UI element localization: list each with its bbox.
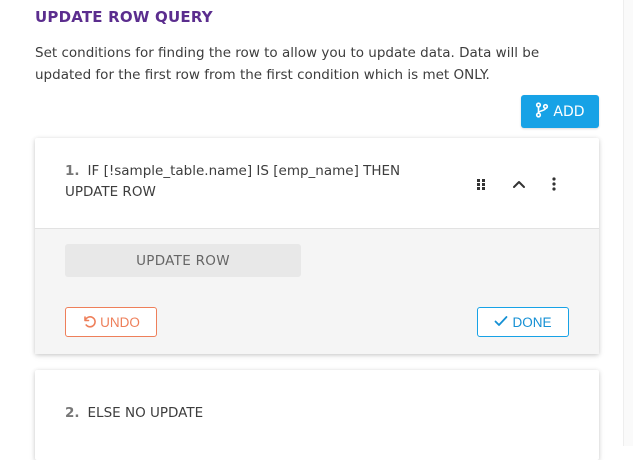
done-button[interactable]: DONE <box>477 307 569 337</box>
condition-text: 1. IF [!sample_table.name] IS [emp_name] … <box>65 161 425 203</box>
undo-icon <box>82 314 96 331</box>
more-vertical-icon[interactable] <box>544 174 564 194</box>
done-label: DONE <box>512 314 552 330</box>
undo-button[interactable]: UNDO <box>65 307 157 337</box>
page-title: UPDATE ROW QUERY <box>35 8 213 26</box>
page-description: Set conditions for finding the row to al… <box>35 45 540 83</box>
condition-number: 2. <box>65 405 80 421</box>
add-button-label: ADD <box>553 103 585 120</box>
condition-editor: UPDATE ROW UNDO DONE <box>35 229 599 354</box>
check-icon <box>494 315 508 330</box>
update-row-query-panel: UPDATE ROW QUERY Set conditions for find… <box>0 0 633 460</box>
condition-expression: IF [!sample_table.name] IS [emp_name] TH… <box>65 163 401 200</box>
condition-header[interactable]: 1. IF [!sample_table.name] IS [emp_name] … <box>35 138 599 229</box>
condition-number: 1. <box>65 163 80 179</box>
else-condition-card[interactable]: 2. ELSE NO UPDATE <box>35 370 599 460</box>
drag-handle-icon[interactable] <box>471 174 491 194</box>
condition-expression: ELSE NO UPDATE <box>87 405 204 421</box>
chevron-up-icon[interactable] <box>509 174 529 194</box>
undo-label: UNDO <box>100 314 140 330</box>
branch-icon <box>535 101 549 122</box>
scrollbar-gutter <box>623 0 633 446</box>
action-selector[interactable]: UPDATE ROW <box>65 244 301 277</box>
add-condition-button[interactable]: ADD <box>521 95 599 128</box>
condition-text: 2. ELSE NO UPDATE <box>65 405 203 421</box>
condition-card: 1. IF [!sample_table.name] IS [emp_name] … <box>35 138 599 354</box>
